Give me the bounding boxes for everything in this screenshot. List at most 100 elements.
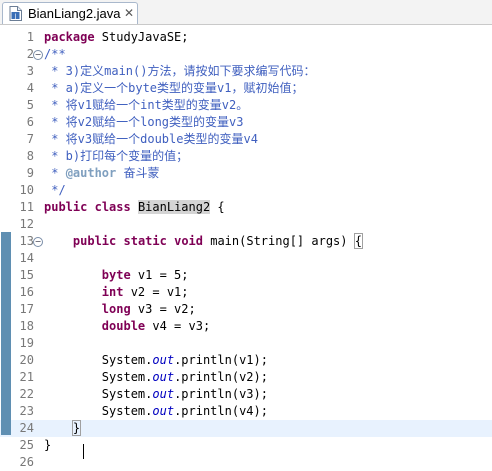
code-token: @author (65, 166, 117, 180)
code-token: /** (44, 47, 66, 61)
code-line[interactable]: 13− public static void main(String[] arg… (0, 233, 492, 250)
code-token: * (44, 166, 66, 180)
line-number: 4 (26, 81, 34, 95)
code-line[interactable]: 10 */ (0, 182, 492, 199)
code-line[interactable]: 12 (0, 216, 492, 233)
code-token: * 将v3赋给一个double类型的变量v4 (44, 132, 258, 146)
code-line[interactable]: 4 * a)定义一个byte类型的变量v1，赋初始值； (0, 80, 492, 97)
fold-collapse-icon[interactable]: − (33, 50, 43, 60)
code-line[interactable]: 5 * 将v1赋给一个int类型的变量v2。 (0, 97, 492, 114)
code-token: * 将v2赋给一个long类型的变量v3 (44, 115, 244, 129)
code-text: * a)定义一个byte类型的变量v1，赋初始值； (44, 80, 303, 97)
code-line[interactable]: 11 public class BianLiang2 { (0, 199, 492, 216)
code-token: .println(v4); (174, 404, 268, 418)
line-number: 25 (19, 438, 34, 452)
code-text: * 3)定义main()方法，请按如下要求编写代码： (44, 63, 315, 80)
text-caret (83, 444, 84, 459)
code-token: public (44, 200, 88, 214)
line-number: 26 (19, 455, 34, 469)
code-line[interactable]: 22 System.out.println(v3); (0, 386, 492, 403)
code-line[interactable]: 18 double v4 = v3; (0, 318, 492, 335)
code-line[interactable]: 6 * 将v2赋给一个long类型的变量v3 (0, 114, 492, 131)
code-token: System. (44, 353, 153, 367)
code-line[interactable]: 25} (0, 437, 492, 454)
quick-diff-change-bar (1, 232, 11, 435)
code-text: * 将v1赋给一个int类型的变量v2。 (44, 97, 248, 114)
code-line[interactable]: 17 long v3 = v2; (0, 301, 492, 318)
code-token: main(String[] args) (203, 234, 355, 248)
svg-text:J: J (14, 13, 17, 20)
code-text: * 将v3赋给一个double类型的变量v4 (44, 131, 258, 148)
code-token: System. (44, 387, 153, 401)
code-token: } (71, 420, 82, 436)
code-text: byte v1 = 5; (44, 267, 189, 284)
code-line[interactable]: 24 } (0, 420, 492, 437)
code-token: void (174, 234, 203, 248)
java-file-icon: J (9, 6, 22, 21)
code-token: * a)定义一个byte类型的变量v1，赋初始值； (44, 81, 304, 95)
code-token: int (101, 285, 124, 299)
code-line[interactable]: 19 (0, 335, 492, 352)
code-token: out (152, 404, 175, 418)
code-token: .println(v1); (174, 353, 268, 367)
code-token: System. (44, 404, 153, 418)
code-line[interactable]: 8 * b)打印每个变量的值； (0, 148, 492, 165)
code-line[interactable]: 9 * @author 奋斗蒙 (0, 165, 492, 182)
code-token: } (44, 438, 52, 452)
code-text: /** (44, 46, 66, 63)
code-token: v4 = v3; (145, 319, 211, 333)
code-line[interactable]: 26 (0, 454, 492, 471)
code-token: long (101, 302, 131, 316)
code-text: * @author 奋斗蒙 (44, 165, 160, 182)
code-editor[interactable]: 1 package StudyJavaSE; 2−/** 3 * 3)定义main()… (0, 25, 492, 469)
code-token: static (123, 234, 167, 248)
code-text: } (44, 437, 51, 454)
code-token: v3 = v2; (130, 302, 196, 316)
code-text: */ (44, 182, 65, 199)
code-token: { (210, 200, 225, 214)
line-number: 5 (26, 98, 34, 112)
code-text: System.out.println(v4); (44, 403, 268, 420)
fold-collapse-icon[interactable]: − (33, 237, 43, 247)
code-text: public static void main(String[] args) { (44, 233, 363, 250)
code-token: class (94, 200, 131, 214)
code-text: System.out.println(v3); (44, 386, 268, 403)
code-text: double v4 = v3; (44, 318, 210, 335)
code-line[interactable]: 14 (0, 250, 492, 267)
editor-tab-bianliang2[interactable]: J BianLiang2.java ✕ (2, 2, 138, 24)
code-line[interactable]: 20 System.out.println(v1); (0, 352, 492, 369)
code-line[interactable]: 23 System.out.println(v4); (0, 403, 492, 420)
close-icon[interactable]: ✕ (124, 6, 134, 20)
code-token: StudyJavaSE; (94, 30, 189, 44)
code-line[interactable]: 16 int v2 = v1; (0, 284, 492, 301)
code-token: * 将v1赋给一个int类型的变量v2。 (44, 98, 249, 112)
code-line[interactable]: 21 System.out.println(v2); (0, 369, 492, 386)
code-line[interactable]: 1 package StudyJavaSE; (0, 29, 492, 46)
code-text: } (44, 420, 82, 437)
code-token: public (72, 234, 117, 248)
code-token: System. (44, 370, 153, 384)
code-token: out (152, 387, 175, 401)
line-number: 2 (26, 47, 34, 61)
code-line[interactable]: 15 byte v1 = 5; (0, 267, 492, 284)
editor-tab-bar: J BianLiang2.java ✕ (0, 0, 492, 25)
code-token: * b)打印每个变量的值； (44, 149, 189, 163)
line-number: 12 (19, 217, 34, 231)
code-text: System.out.println(v1); (44, 352, 268, 369)
code-text: long v3 = v2; (44, 301, 196, 318)
code-token: package (44, 30, 95, 44)
code-token: byte (101, 268, 131, 282)
code-token: out (152, 353, 175, 367)
code-line[interactable]: 7 * 将v3赋给一个double类型的变量v4 (0, 131, 492, 148)
code-line[interactable]: 2−/** (0, 46, 492, 63)
code-token: 奋斗蒙 (116, 166, 160, 180)
code-text: * 将v2赋给一个long类型的变量v3 (44, 114, 243, 131)
code-line[interactable]: 3 * 3)定义main()方法，请按如下要求编写代码： (0, 63, 492, 80)
code-token: * 3)定义main()方法，请按如下要求编写代码： (44, 64, 316, 78)
